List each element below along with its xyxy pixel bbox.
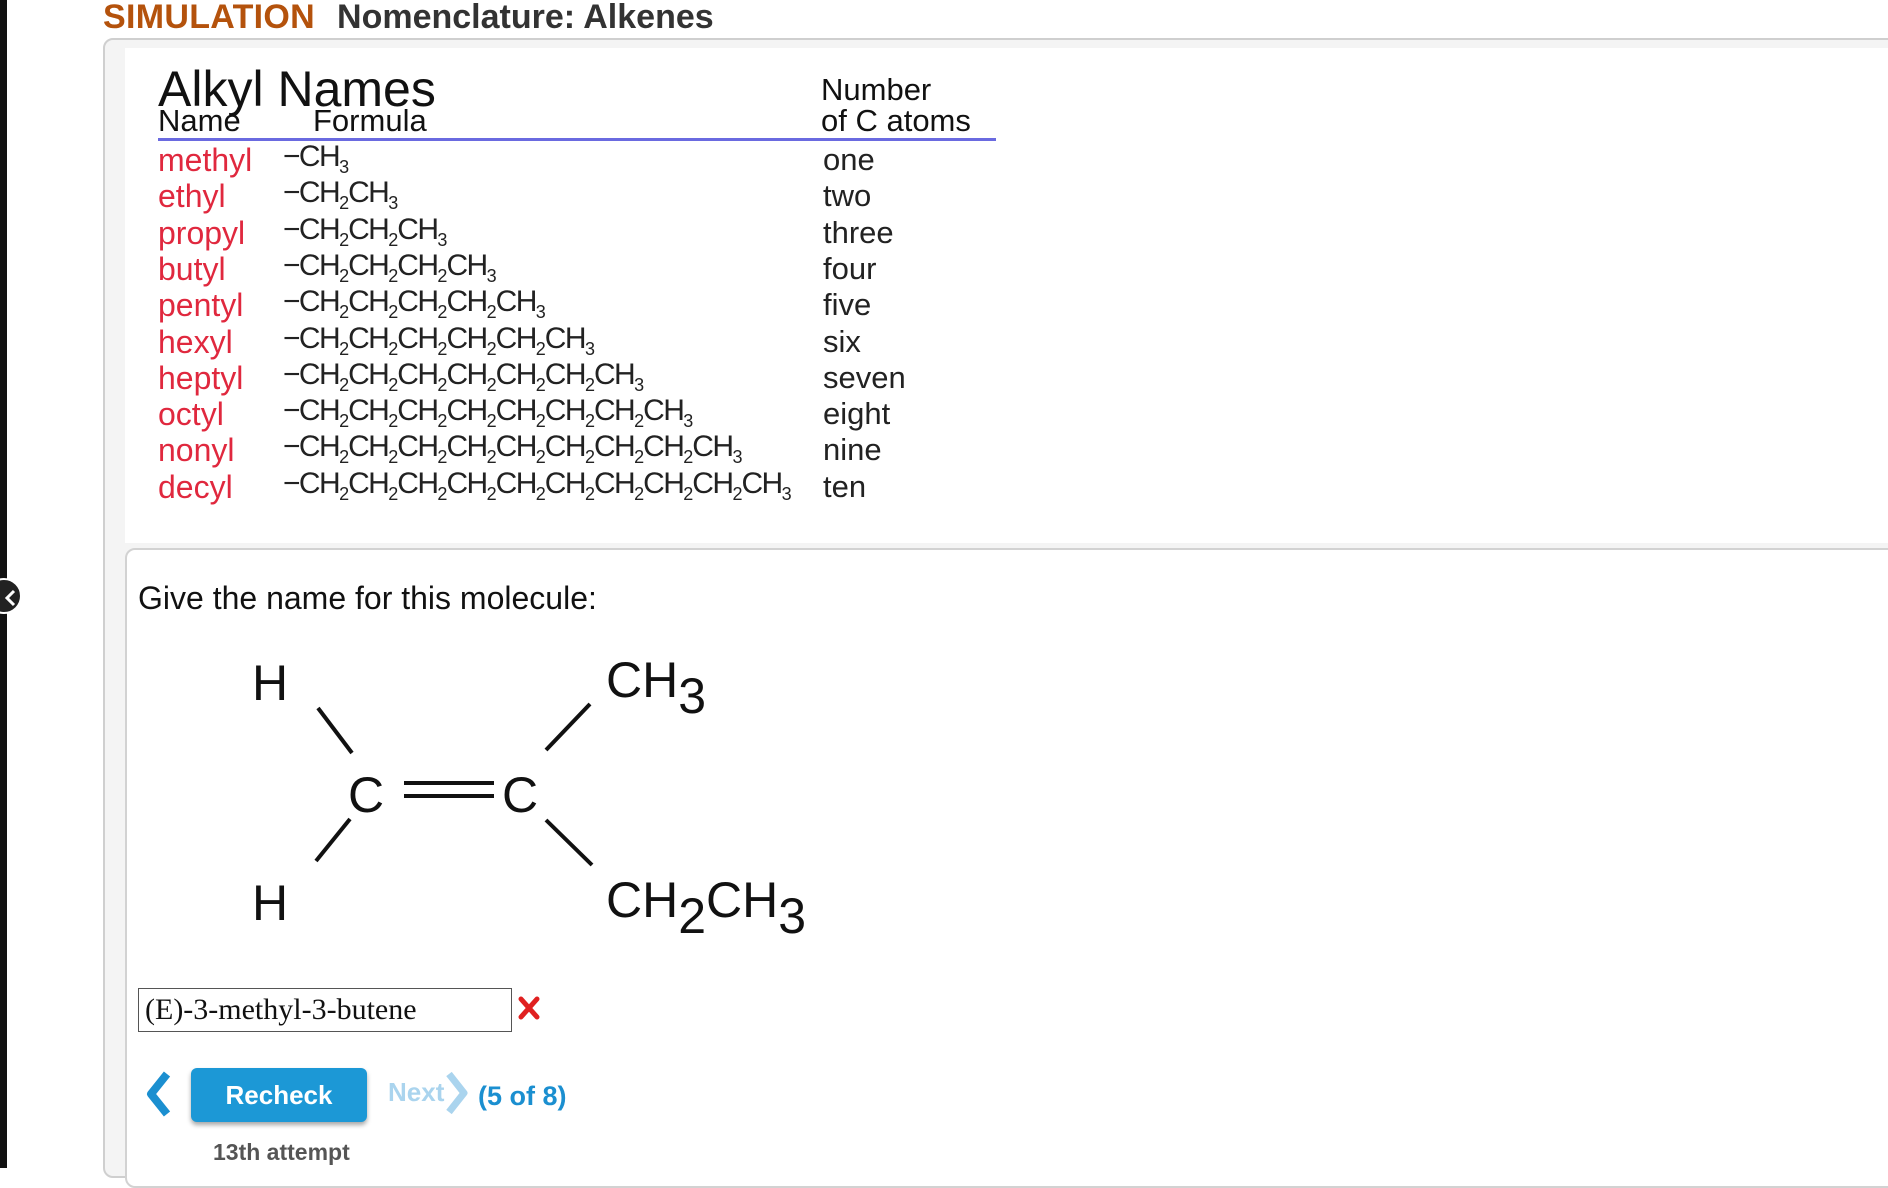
alkyl-name: methyl bbox=[158, 142, 253, 178]
alkyl-name: butyl bbox=[158, 250, 226, 287]
alkyl-carbon-count: one bbox=[823, 142, 875, 177]
alkyl-formula: −CH2CH2CH2CH2CH2CH3 bbox=[283, 321, 595, 359]
alkyl-formula: −CH2CH2CH2CH2CH3 bbox=[283, 285, 546, 323]
ethyl-sub-b: 3 bbox=[778, 888, 806, 944]
bond-ethyl bbox=[544, 818, 594, 867]
alkyl-carbon-count: ten bbox=[823, 468, 867, 504]
question-progress: (5 of 8) bbox=[478, 1081, 567, 1111]
alkyl-carbon-count: five bbox=[823, 287, 872, 323]
collapse-toggle-button[interactable] bbox=[0, 578, 22, 614]
methyl-subscript: 3 bbox=[678, 668, 706, 724]
bond-methyl bbox=[544, 702, 592, 752]
alkyl-formula: −CH2CH2CH2CH2CH2CH2CH3 bbox=[283, 357, 644, 395]
alkyl-carbon-count: three bbox=[823, 214, 894, 250]
alkyl-name: hexyl bbox=[158, 323, 233, 360]
alkyl-carbon-count: seven bbox=[823, 359, 906, 395]
atom-c-left: C bbox=[348, 767, 384, 823]
incorrect-x-icon bbox=[518, 996, 540, 1020]
alkyl-name: heptyl bbox=[158, 359, 244, 396]
bond-h-bottom bbox=[314, 817, 352, 863]
simulation-title: Nomenclature: Alkenes bbox=[337, 0, 714, 36]
alkyl-formula: −CH2CH2CH2CH3 bbox=[283, 248, 497, 286]
alkyl-formula: −CH2CH3 bbox=[283, 176, 398, 214]
alkyl-name: octyl bbox=[158, 396, 224, 433]
col-header-formula: Formula bbox=[313, 103, 427, 138]
question-prompt: Give the name for this molecule: bbox=[138, 580, 597, 616]
next-link[interactable]: Next bbox=[388, 1077, 444, 1108]
ethyl-group: CH2CH3 bbox=[606, 872, 806, 944]
alkyl-carbon-count: six bbox=[823, 323, 861, 359]
alkyl-name: pentyl bbox=[158, 287, 244, 324]
alkyl-formula: −CH3 bbox=[283, 140, 349, 177]
answer-input[interactable] bbox=[138, 988, 512, 1032]
alkyl-formula: −CH2CH2CH3 bbox=[283, 212, 447, 250]
methyl-ch: CH bbox=[606, 652, 678, 708]
atom-h-top: H bbox=[252, 655, 288, 711]
atom-c-right: C bbox=[502, 767, 538, 823]
alkyl-carbon-count: two bbox=[823, 178, 872, 214]
alkyl-carbon-count: eight bbox=[823, 396, 891, 432]
alkyl-carbon-count: nine bbox=[823, 432, 882, 468]
bond-h-top bbox=[316, 706, 354, 755]
previous-chevron-icon[interactable] bbox=[145, 1070, 173, 1118]
alkyl-formula: −CH2CH2CH2CH2CH2CH2CH2CH3 bbox=[283, 394, 693, 432]
alkyl-formula: −CH2CH2CH2CH2CH2CH2CH2CH2CH3 bbox=[283, 430, 742, 468]
alkyl-name: nonyl bbox=[158, 432, 235, 469]
ethyl-sub-a: 2 bbox=[678, 888, 706, 944]
col-header-name: Name bbox=[158, 103, 241, 138]
alkyl-name: ethyl bbox=[158, 178, 226, 215]
alkyl-name: decyl bbox=[158, 468, 233, 505]
alkyl-carbon-count: four bbox=[823, 250, 877, 286]
chevron-left-icon bbox=[4, 589, 16, 607]
ethyl-ch-b: CH bbox=[706, 872, 778, 928]
recheck-button[interactable]: Recheck bbox=[191, 1068, 367, 1122]
simulation-header: SIMULATION Nomenclature: Alkenes bbox=[103, 0, 714, 36]
next-chevron-icon[interactable] bbox=[444, 1070, 470, 1116]
col-header-count-line2: of C atoms bbox=[821, 103, 971, 138]
molecule-structure: H H C C CH3 CH2CH3 bbox=[252, 652, 806, 944]
attempt-counter: 13th attempt bbox=[213, 1139, 350, 1165]
simulation-label: SIMULATION bbox=[103, 0, 316, 36]
alkyl-formula: −CH2CH2CH2CH2CH2CH2CH2CH2CH2CH3 bbox=[283, 466, 792, 504]
atom-h-bottom: H bbox=[252, 875, 288, 931]
methyl-group: CH3 bbox=[606, 652, 706, 724]
alkyl-name: propyl bbox=[158, 214, 246, 251]
ethyl-ch-a: CH bbox=[606, 872, 678, 928]
